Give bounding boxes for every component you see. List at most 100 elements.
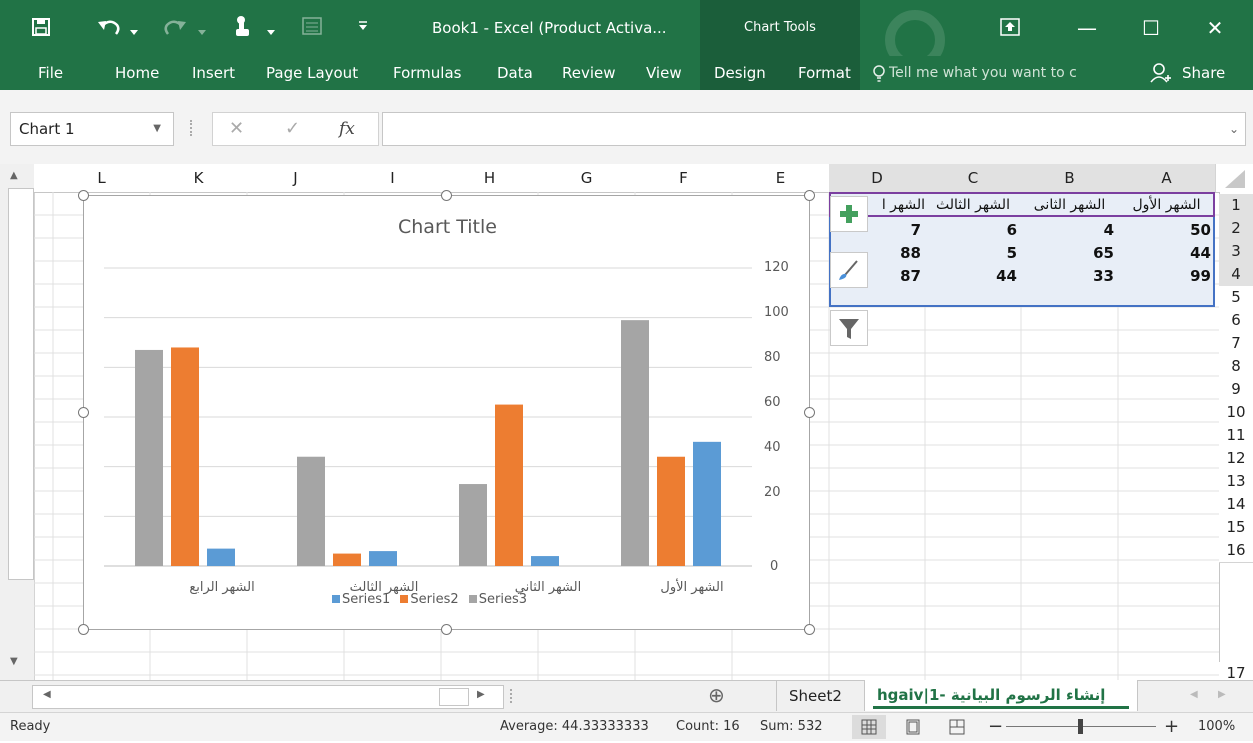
cell-C1[interactable]: الشهر الثالث bbox=[925, 194, 1021, 217]
sheet-tab-sheet2[interactable]: Sheet2 bbox=[776, 681, 865, 711]
row-header-2[interactable]: 2 bbox=[1219, 217, 1253, 241]
form-icon[interactable] bbox=[302, 17, 322, 35]
column-header-F[interactable]: F bbox=[635, 164, 733, 192]
tab-design[interactable]: Design bbox=[700, 56, 780, 90]
resize-handle-top-left[interactable] bbox=[78, 190, 89, 201]
normal-view-button[interactable] bbox=[852, 715, 886, 739]
tab-review[interactable]: Review bbox=[562, 56, 616, 90]
column-header-L[interactable]: L bbox=[53, 164, 151, 192]
tab-insert[interactable]: Insert bbox=[192, 56, 235, 90]
column-header-G[interactable]: G bbox=[538, 164, 636, 192]
undo-icon[interactable] bbox=[96, 16, 122, 38]
zoom-slider-thumb[interactable] bbox=[1078, 719, 1083, 734]
undo-dropdown-icon[interactable] bbox=[130, 24, 138, 35]
tab-format[interactable]: Format bbox=[780, 56, 860, 90]
vertical-scrollbar[interactable]: ▲ ▼ bbox=[0, 164, 35, 680]
bar-series2-cat2[interactable] bbox=[495, 404, 523, 566]
bar-series1-cat4[interactable] bbox=[207, 548, 235, 566]
name-box[interactable]: Chart 1 ▼ bbox=[10, 112, 174, 146]
status-count[interactable]: Count: 16 bbox=[676, 713, 740, 741]
insert-function-icon[interactable]: fx bbox=[339, 113, 355, 145]
bar-chart[interactable]: Chart Title الشهر الأول الشهر الثاني الش… bbox=[78, 190, 815, 635]
bar-series1-cat1[interactable] bbox=[693, 441, 721, 566]
row-header-14[interactable]: 14 bbox=[1219, 493, 1253, 517]
cancel-icon[interactable]: ✕ bbox=[229, 113, 244, 145]
cell-A4[interactable]: 99 bbox=[1118, 265, 1215, 288]
tell-me-search[interactable]: Tell me what you want to c bbox=[889, 56, 1077, 90]
scroll-down-icon[interactable]: ▼ bbox=[10, 656, 18, 667]
chart-elements-button[interactable] bbox=[830, 196, 868, 232]
horizontal-scroll-thumb[interactable] bbox=[439, 688, 469, 706]
chart-filters-button[interactable] bbox=[830, 310, 868, 346]
touch-dropdown-icon[interactable] bbox=[267, 24, 275, 35]
row-header-5[interactable]: 5 bbox=[1219, 286, 1253, 310]
row-header-6[interactable]: 6 bbox=[1219, 309, 1253, 333]
row-header-17[interactable]: 17 bbox=[1219, 662, 1253, 681]
sheet-scroll-right-icon[interactable]: ▶ bbox=[1218, 689, 1226, 700]
cell-B2[interactable]: 4 bbox=[1021, 219, 1118, 242]
name-box-dropdown-icon[interactable]: ▼ bbox=[153, 113, 161, 145]
minimize-button[interactable]: — bbox=[1072, 0, 1102, 56]
tab-view[interactable]: View bbox=[646, 56, 682, 90]
bar-series3-cat1[interactable] bbox=[621, 320, 649, 566]
cell-A2[interactable]: 50 bbox=[1118, 219, 1215, 242]
share-button[interactable]: Share bbox=[1182, 56, 1225, 90]
cell-A3[interactable]: 44 bbox=[1118, 242, 1215, 265]
tab-data[interactable]: Data bbox=[497, 56, 533, 90]
maximize-button[interactable]: ☐ bbox=[1136, 0, 1166, 56]
scroll-right-icon[interactable]: ▶ bbox=[477, 689, 485, 700]
scroll-up-icon[interactable]: ▲ bbox=[10, 170, 18, 181]
save-icon[interactable] bbox=[32, 18, 50, 36]
touch-mode-icon[interactable] bbox=[232, 14, 254, 38]
resize-handle-right[interactable] bbox=[804, 407, 815, 418]
resize-handle-top[interactable] bbox=[441, 190, 452, 201]
ribbon-display-icon[interactable] bbox=[1000, 18, 1020, 36]
zoom-out-button[interactable]: − bbox=[988, 713, 1003, 741]
cell-D1[interactable]: الشهر ا bbox=[865, 194, 925, 217]
chart-styles-button[interactable] bbox=[830, 252, 868, 288]
row-header-3[interactable]: 3 bbox=[1219, 240, 1253, 264]
horizontal-scrollbar[interactable]: ◀ ▶ bbox=[32, 685, 504, 709]
column-header-B[interactable]: B bbox=[1021, 164, 1119, 192]
page-layout-view-button[interactable] bbox=[896, 715, 930, 739]
cell-C2[interactable]: 6 bbox=[925, 219, 1021, 242]
column-header-E[interactable]: E bbox=[732, 164, 830, 192]
add-sheet-button[interactable]: ⊕ bbox=[708, 683, 725, 707]
redo-icon[interactable] bbox=[162, 16, 188, 38]
chart-legend[interactable]: Series1 Series2 Series3 bbox=[332, 592, 592, 607]
column-header-A[interactable]: A bbox=[1118, 164, 1216, 192]
tab-page-layout[interactable]: Page Layout bbox=[266, 56, 358, 90]
column-header-K[interactable]: K bbox=[150, 164, 248, 192]
formula-input[interactable]: ⌄ bbox=[382, 112, 1246, 146]
scroll-thumb[interactable] bbox=[8, 188, 34, 580]
row-header-12[interactable]: 12 bbox=[1219, 447, 1253, 471]
bar-series2-cat4[interactable] bbox=[171, 347, 199, 566]
cell-B4[interactable]: 33 bbox=[1021, 265, 1118, 288]
bar-series2-cat1[interactable] bbox=[657, 456, 685, 566]
cell-A1[interactable]: الشهر الأول bbox=[1118, 194, 1215, 217]
row-header-9[interactable]: 9 bbox=[1219, 378, 1253, 402]
customize-qat-icon[interactable] bbox=[358, 20, 368, 32]
column-header-H[interactable]: H bbox=[441, 164, 539, 192]
tab-formulas[interactable]: Formulas bbox=[393, 56, 461, 90]
cell-C3[interactable]: 5 bbox=[925, 242, 1021, 265]
bar-series3-cat4[interactable] bbox=[135, 349, 163, 566]
tab-split-handle[interactable] bbox=[510, 689, 514, 703]
status-average[interactable]: Average: 44.33333333 bbox=[500, 713, 649, 741]
bar-series2-cat3[interactable] bbox=[333, 553, 361, 566]
sheet-tab-active[interactable]: hgaiv|إنشاء الرسوم البيانية -1 bbox=[864, 680, 1138, 711]
bar-series3-cat2[interactable] bbox=[459, 484, 487, 566]
column-header-J[interactable]: J bbox=[247, 164, 345, 192]
expand-formula-icon[interactable]: ⌄ bbox=[1229, 113, 1239, 145]
redo-dropdown-icon[interactable] bbox=[198, 24, 206, 35]
page-break-view-button[interactable] bbox=[940, 715, 974, 739]
row-header-10[interactable]: 10 bbox=[1219, 401, 1253, 425]
resize-handle-bottom-left[interactable] bbox=[78, 624, 89, 635]
column-header-I[interactable]: I bbox=[344, 164, 442, 192]
resize-handle-bottom[interactable] bbox=[441, 624, 452, 635]
scroll-left-icon[interactable]: ◀ bbox=[43, 689, 51, 700]
row-header-8[interactable]: 8 bbox=[1219, 355, 1253, 379]
row-header-16[interactable]: 16 bbox=[1219, 539, 1253, 563]
column-header-C[interactable]: C bbox=[925, 164, 1022, 192]
resize-handle-left[interactable] bbox=[78, 407, 89, 418]
